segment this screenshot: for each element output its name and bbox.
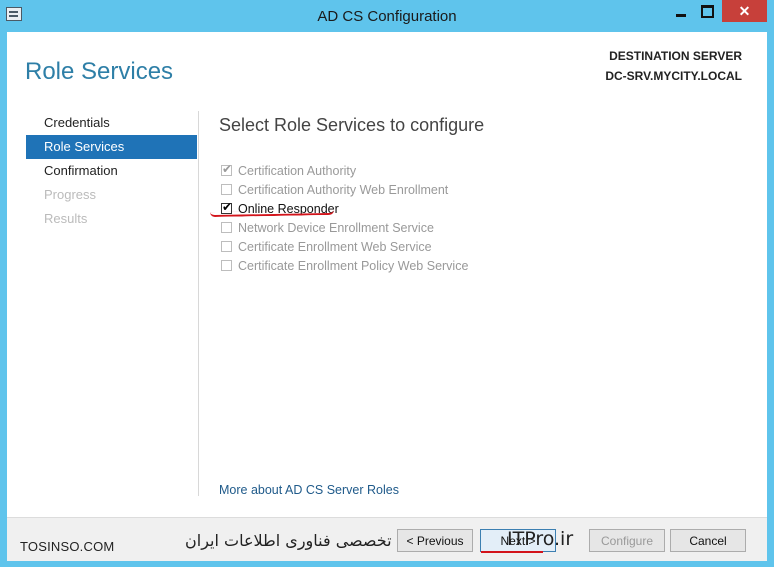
title-bar: AD CS Configuration ✕ — [0, 0, 774, 32]
nav-item-progress: Progress — [44, 187, 97, 202]
service-label: Certification Authority Web Enrollment — [238, 182, 449, 197]
destination-server-label: DESTINATION SERVER — [609, 49, 742, 63]
nav-item-credentials[interactable]: Credentials — [26, 111, 197, 135]
wizard-footer: TOSINSO.COM وب سایت تخصصی فناوری اطلاعات… — [7, 517, 767, 561]
checkbox-certification-authority: ✔ — [221, 162, 233, 176]
minimize-icon — [675, 13, 686, 17]
service-ca-web-enrollment: Certification Authority Web Enrollment — [221, 180, 468, 199]
section-title: Select Role Services to configure — [219, 115, 485, 135]
service-cert-enrollment-policy: Certificate Enrollment Policy Web Servic… — [221, 256, 468, 275]
service-label: Certificate Enrollment Policy Web Servic… — [238, 258, 469, 273]
close-icon: ✕ — [738, 2, 751, 19]
service-label: Network Device Enrollment Service — [238, 220, 434, 235]
nav-divider — [198, 111, 199, 496]
service-label: Certificate Enrollment Web Service — [238, 239, 432, 254]
minimize-button[interactable] — [667, 0, 694, 22]
maximize-button[interactable] — [694, 0, 721, 22]
cancel-button[interactable]: Cancel — [670, 529, 746, 552]
service-certification-authority: ✔ Certification Authority — [221, 161, 468, 180]
checkmark-icon: ✔ — [222, 162, 233, 176]
checkbox-cert-enrollment-web — [221, 241, 232, 252]
maximize-icon — [701, 4, 714, 18]
close-button[interactable]: ✕ — [722, 0, 767, 22]
page-title: Role Services — [25, 58, 174, 85]
nav-item-results: Results — [44, 211, 88, 226]
destination-server-name: DC-SRV.MYCITY.LOCAL — [605, 69, 742, 83]
annotation-underline-next — [481, 551, 543, 553]
role-services-list: ✔ Certification Authority Certification … — [221, 161, 468, 275]
watermark-itpro: ITPro.ir — [507, 528, 574, 550]
checkbox-ca-web-enrollment — [221, 184, 232, 195]
service-network-device-enrollment: Network Device Enrollment Service — [221, 218, 468, 237]
wizard-client-area: Role Services DESTINATION SERVER DC-SRV.… — [7, 32, 767, 561]
window-title: AD CS Configuration — [317, 8, 457, 25]
previous-button[interactable]: < Previous — [397, 529, 473, 552]
more-about-link[interactable]: More about AD CS Server Roles — [219, 483, 399, 497]
wizard-nav: Credentials Role Services Confirmation P… — [26, 111, 197, 231]
checkbox-network-device-enrollment — [221, 222, 232, 233]
configure-button: Configure — [589, 529, 665, 552]
nav-item-confirmation[interactable]: Confirmation — [26, 159, 197, 183]
service-label: Certification Authority — [238, 163, 357, 178]
service-cert-enrollment-web: Certificate Enrollment Web Service — [221, 237, 468, 256]
nav-item-role-services[interactable]: Role Services — [26, 135, 197, 159]
checkbox-cert-enrollment-policy — [221, 260, 232, 271]
watermark-tosinso: TOSINSO.COM — [20, 539, 115, 554]
